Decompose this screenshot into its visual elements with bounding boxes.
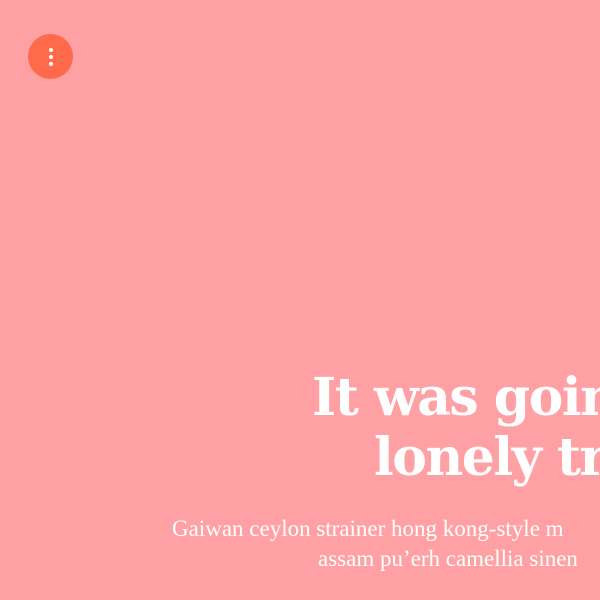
hero-subtitle-line-2: assam pu’erh camellia sinen — [318, 546, 578, 571]
hero-subtitle: Gaiwan ceylon strainer hong kong-style m… — [172, 514, 578, 574]
more-vertical-icon-dot — [48, 61, 53, 66]
more-options-button[interactable] — [28, 34, 73, 79]
hero-subtitle-line-1: Gaiwan ceylon strainer hong kong-style m — [172, 516, 564, 541]
more-vertical-icon-dot — [48, 54, 53, 59]
page: It was going lonely trip Gaiwan ceylon s… — [0, 0, 600, 600]
hero-title-line-1: It was going — [312, 367, 600, 428]
hero-title: It was going lonely trip — [312, 368, 600, 488]
more-vertical-icon — [48, 47, 53, 52]
hero-title-line-2: lonely trip — [374, 427, 600, 488]
hero-section: It was going lonely trip Gaiwan ceylon s… — [0, 360, 600, 600]
